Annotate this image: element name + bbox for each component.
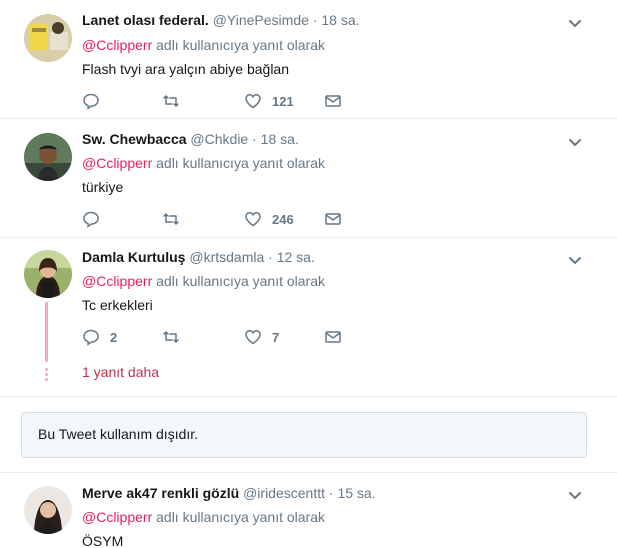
thread-connector-dot xyxy=(45,373,48,376)
unavailable-tweet-text: Bu Tweet kullanım dışıdır. xyxy=(38,426,199,442)
tweet-header: Sw. Chewbacca @Chkdie · 18 sa. xyxy=(82,129,299,149)
avatar[interactable] xyxy=(24,133,72,181)
tweet-header: Merve ak47 renkli gözlü @iridescenttt · … xyxy=(82,483,376,503)
reply-to-link[interactable]: @Cclipperr xyxy=(82,273,152,289)
separator-dot: · xyxy=(328,485,334,501)
tweet-divider xyxy=(0,396,617,397)
retweet-button[interactable] xyxy=(162,91,190,111)
tweet-header: Lanet olası federal. @YinePesimde · 18 s… xyxy=(82,10,360,30)
heart-icon xyxy=(245,212,261,227)
avatar[interactable] xyxy=(24,250,72,298)
author-name[interactable]: Damla Kurtuluş xyxy=(82,249,185,265)
chevron-down-icon[interactable] xyxy=(567,15,583,31)
retweet-button[interactable] xyxy=(162,209,190,229)
tweet-text: Flash tvyi ara yalçın abiye bağlan xyxy=(82,61,289,77)
reply-button[interactable]: 2 xyxy=(82,327,117,347)
reply-context: @Cclipperr adlı kullanıcıya yanıt olarak xyxy=(82,507,325,527)
reply-count: 2 xyxy=(110,329,118,345)
separator-dot: · xyxy=(268,249,273,265)
author-handle[interactable]: @YinePesimde xyxy=(213,12,309,28)
direct-message-button[interactable] xyxy=(324,91,342,111)
timestamp[interactable]: 18 sa. xyxy=(321,12,359,28)
retweet-button[interactable] xyxy=(162,327,190,347)
reply-context-text: adlı kullanıcıya yanıt olarak xyxy=(156,37,325,53)
like-button[interactable]: 7 xyxy=(244,327,279,347)
tweet-actions: 246 xyxy=(82,209,382,229)
direct-message-button[interactable] xyxy=(324,209,342,229)
envelope-icon xyxy=(325,213,341,225)
thread-connector-dot xyxy=(45,368,48,371)
envelope-icon xyxy=(325,95,341,107)
reply-to-link[interactable]: @Cclipperr xyxy=(82,37,152,53)
chevron-down-icon[interactable] xyxy=(567,134,583,150)
timestamp[interactable]: 12 sa. xyxy=(277,249,315,265)
heart-icon xyxy=(245,94,261,109)
reply-context: @Cclipperr adlı kullanıcıya yanıt olarak xyxy=(82,153,325,173)
thread-connector-line xyxy=(45,302,48,362)
chevron-down-icon[interactable] xyxy=(567,487,583,503)
retweet-icon xyxy=(163,95,179,107)
reply-context-text: adlı kullanıcıya yanıt olarak xyxy=(156,155,325,171)
author-name[interactable]: Sw. Chewbacca xyxy=(82,131,187,147)
reply-icon xyxy=(83,329,99,346)
author-handle[interactable]: @Chkdie xyxy=(190,131,248,147)
tweet-header: Damla Kurtuluş @krtsdamla · 12 sa. xyxy=(82,247,315,267)
thread-connector-dot xyxy=(45,378,48,381)
reply-icon xyxy=(83,93,99,110)
reply-context-text: adlı kullanıcıya yanıt olarak xyxy=(156,509,325,525)
retweet-icon xyxy=(163,213,179,225)
heart-icon xyxy=(245,330,261,345)
like-button[interactable]: 246 xyxy=(244,209,294,229)
unavailable-tweet-notice: Bu Tweet kullanım dışıdır. xyxy=(21,412,587,458)
retweet-icon xyxy=(163,331,179,343)
avatar[interactable] xyxy=(24,14,72,62)
reply-to-link[interactable]: @Cclipperr xyxy=(82,509,152,525)
tweet-text: Tc erkekleri xyxy=(82,297,153,313)
author-name[interactable]: Merve ak47 renkli gözlü xyxy=(82,485,239,501)
tweet[interactable]: Damla Kurtuluş @krtsdamla · 12 sa. @Ccli… xyxy=(0,238,617,396)
timestamp[interactable]: 18 sa. xyxy=(261,131,299,147)
reply-icon xyxy=(83,211,99,228)
like-count: 7 xyxy=(272,329,280,345)
like-count: 121 xyxy=(272,93,294,109)
show-more-replies-link[interactable]: 1 yanıt daha xyxy=(82,362,159,382)
author-handle[interactable]: @iridescenttt xyxy=(243,485,325,501)
tweet[interactable]: Merve ak47 renkli gözlü @iridescenttt · … xyxy=(0,473,617,548)
envelope-icon xyxy=(325,331,341,343)
timestamp[interactable]: 15 sa. xyxy=(337,485,375,501)
author-name[interactable]: Lanet olası federal. xyxy=(82,12,209,28)
avatar[interactable] xyxy=(24,486,72,534)
tweet-actions: 121 xyxy=(82,91,382,111)
chevron-down-icon[interactable] xyxy=(567,252,583,268)
tweet[interactable]: Sw. Chewbacca @Chkdie · 18 sa. @Cclipper… xyxy=(0,119,617,237)
reply-context: @Cclipperr adlı kullanıcıya yanıt olarak xyxy=(82,271,325,291)
reply-to-link[interactable]: @Cclipperr xyxy=(82,155,152,171)
reply-context-text: adlı kullanıcıya yanıt olarak xyxy=(156,273,325,289)
tweet-text: ÖSYM xyxy=(82,533,124,548)
tweet-text: türkiye xyxy=(82,179,124,195)
reply-button[interactable] xyxy=(82,91,110,111)
author-handle[interactable]: @krtsdamla xyxy=(189,249,264,265)
separator-dot: · xyxy=(252,131,257,147)
separator-dot: · xyxy=(312,12,318,28)
like-button[interactable]: 121 xyxy=(244,91,294,111)
like-count: 246 xyxy=(272,211,294,227)
tweet-actions: 2 7 xyxy=(82,327,382,347)
reply-context: @Cclipperr adlı kullanıcıya yanıt olarak xyxy=(82,35,325,55)
tweet[interactable]: Lanet olası federal. @YinePesimde · 18 s… xyxy=(0,0,617,118)
reply-button[interactable] xyxy=(82,209,110,229)
direct-message-button[interactable] xyxy=(324,327,342,347)
